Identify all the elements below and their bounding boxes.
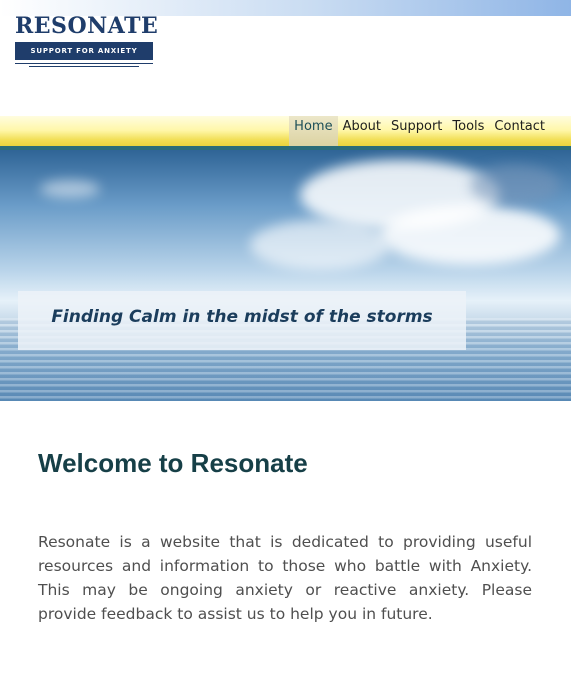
cloud-shape [40, 180, 100, 198]
site-logo[interactable]: RESONATE SUPPORT FOR ANXIETY [15, 13, 159, 70]
hero-banner: Finding Calm in the midst of the storms [0, 150, 571, 401]
cloud-shape [250, 220, 390, 270]
nav-item-tools[interactable]: Tools [447, 116, 489, 146]
nav-item-home[interactable]: Home [289, 116, 338, 146]
cloud-shape [470, 165, 560, 205]
main-nav: Home About Support Tools Contact [289, 116, 550, 146]
page-title: Welcome to Resonate [38, 448, 308, 478]
nav-item-about[interactable]: About [338, 116, 386, 146]
intro-paragraph: Resonate is a website that is dedicated … [38, 533, 532, 623]
cloud-shape [380, 205, 560, 265]
logo-title: RESONATE [15, 13, 159, 39]
nav-item-contact[interactable]: Contact [489, 116, 550, 146]
logo-underline [15, 63, 153, 64]
nav-item-support[interactable]: Support [386, 116, 447, 146]
logo-underline-short [29, 66, 139, 67]
logo-tagline: SUPPORT FOR ANXIETY [15, 42, 153, 60]
hero-caption: Finding Calm in the midst of the storms [18, 291, 466, 350]
